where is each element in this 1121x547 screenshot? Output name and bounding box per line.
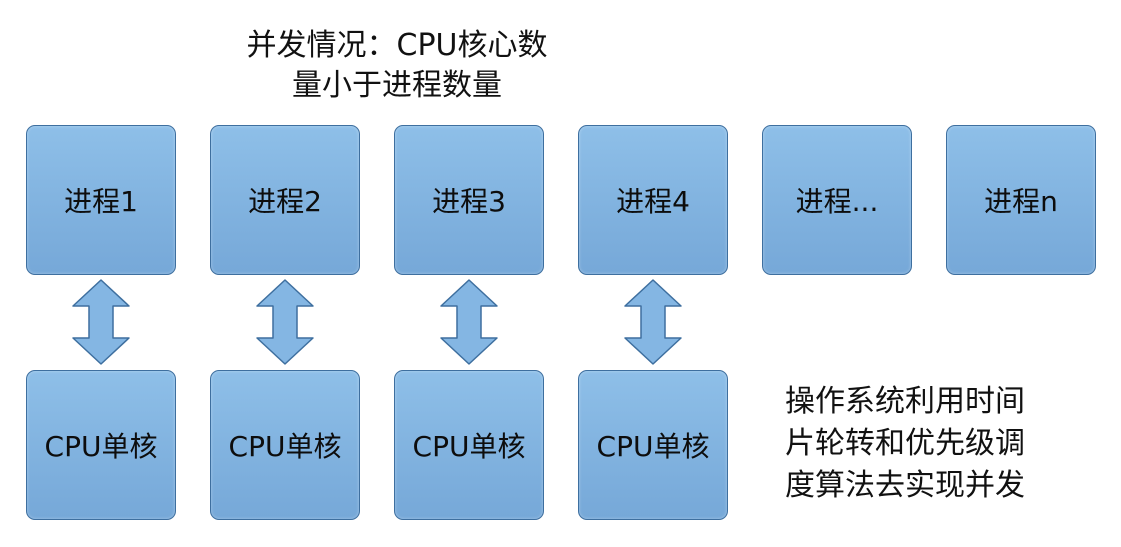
process-box-3: 进程3 [394, 125, 544, 275]
cpu-box-2: CPU单核 [210, 370, 360, 520]
double-arrow-icon [440, 279, 498, 365]
diagram-title: 并发情况：CPU核心数 量小于进程数量 [232, 26, 562, 106]
note-line-3: 度算法去实现并发 [785, 468, 1025, 503]
process-box-2: 进程2 [210, 125, 360, 275]
double-arrow-icon [256, 279, 314, 365]
cpu-box-3: CPU单核 [394, 370, 544, 520]
cpu-box-4: CPU单核 [578, 370, 728, 520]
process-box-ellipsis: 进程... [762, 125, 912, 275]
note-line-1: 操作系统利用时间 [785, 384, 1025, 419]
title-line-1: 并发情况：CPU核心数 [246, 28, 548, 63]
title-line-2: 量小于进程数量 [292, 68, 502, 103]
cpu-box-1: CPU单核 [26, 370, 176, 520]
process-box-1: 进程1 [26, 125, 176, 275]
double-arrow-icon [72, 279, 130, 365]
scheduling-note: 操作系统利用时间 片轮转和优先级调 度算法去实现并发 [785, 381, 1075, 507]
process-box-n: 进程n [946, 125, 1096, 275]
double-arrow-icon [624, 279, 682, 365]
process-box-4: 进程4 [578, 125, 728, 275]
note-line-2: 片轮转和优先级调 [785, 426, 1025, 461]
